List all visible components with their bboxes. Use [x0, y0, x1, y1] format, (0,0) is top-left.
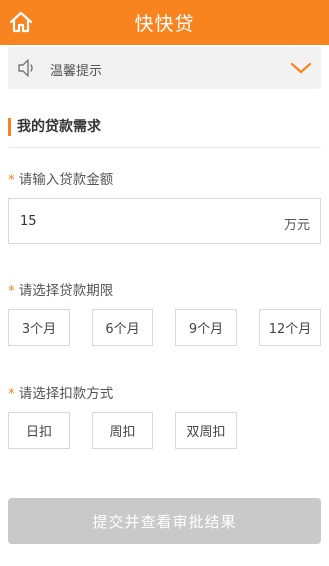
term-label-text: 请选择贷款期限: [18, 283, 114, 299]
page-title: 快快贷: [134, 13, 195, 35]
term-option-6m[interactable]: 6个月: [92, 309, 153, 346]
speaker-icon: [16, 57, 40, 79]
repay-option-biweekly[interactable]: 双周扣: [175, 412, 237, 449]
home-icon[interactable]: [8, 9, 34, 35]
repay-option-daily[interactable]: 日扣: [8, 412, 70, 449]
amount-unit: 万元: [283, 218, 310, 233]
section-divider: [8, 147, 321, 148]
repay-option-weekly[interactable]: 周扣: [92, 412, 153, 449]
amount-input[interactable]: 15 万元: [8, 198, 321, 244]
amount-value[interactable]: 15: [20, 214, 37, 229]
section-title: 我的贷款需求: [8, 118, 101, 136]
repay-label-text: 请选择扣款方式: [18, 386, 114, 402]
chevron-down-icon[interactable]: [289, 59, 313, 77]
term-option-9m[interactable]: 9个月: [175, 309, 237, 346]
repay-label: * 请选择扣款方式: [8, 382, 113, 402]
amount-label-text: 请输入贷款金额: [18, 172, 114, 188]
notice-label: 温馨提示: [50, 64, 103, 79]
required-star: *: [8, 386, 15, 402]
term-label: * 请选择贷款期限: [8, 279, 113, 299]
app-header: 快快贷: [0, 0, 329, 45]
notice-bar[interactable]: 温馨提示: [8, 47, 321, 89]
term-option-3m[interactable]: 3个月: [8, 309, 70, 346]
amount-label: * 请输入贷款金额: [8, 168, 113, 188]
term-option-12m[interactable]: 12个月: [259, 309, 321, 346]
required-star: *: [8, 172, 15, 188]
required-star: *: [8, 283, 15, 299]
submit-button[interactable]: 提交并查看审批结果: [8, 498, 321, 544]
